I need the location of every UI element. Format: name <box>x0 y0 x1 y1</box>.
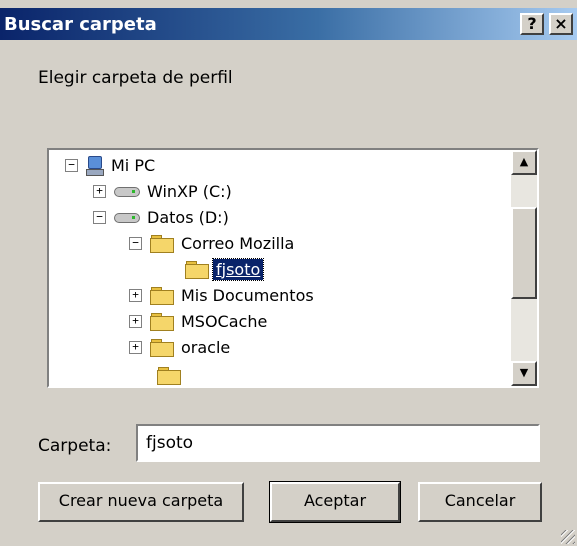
tree-item-winxp[interactable]: + WinXP (C:) <box>93 178 235 204</box>
tree-item-fjsoto[interactable]: fjsoto <box>185 256 265 282</box>
tree-item-oracle[interactable]: + oracle <box>129 334 233 360</box>
expand-icon[interactable]: + <box>129 314 142 328</box>
window-title: Buscar carpeta <box>4 14 157 35</box>
folder-icon <box>150 312 174 331</box>
new-folder-button[interactable]: Crear nueva carpeta <box>38 482 244 522</box>
tree-item-label: fjsoto <box>211 257 265 281</box>
scroll-up-button[interactable]: ▲ <box>511 150 537 175</box>
collapse-icon[interactable]: − <box>93 210 106 224</box>
folder-tree[interactable]: − Mi PC + WinXP (C:) − Datos (D:) − Corr… <box>47 148 539 388</box>
tree-item-label: oracle <box>181 337 231 357</box>
tree-item-datos[interactable]: − Datos (D:) <box>93 204 232 230</box>
expand-icon[interactable]: + <box>93 184 106 198</box>
tree-item-label: Datos (D:) <box>147 207 229 227</box>
title-bar[interactable]: Buscar carpeta ? × <box>0 8 577 40</box>
help-button[interactable]: ? <box>520 13 544 35</box>
folder-field-label: Carpeta: <box>38 436 112 456</box>
instruction-text: Elegir carpeta de perfil <box>38 68 233 88</box>
folder-name-input[interactable] <box>136 424 540 462</box>
tree-item-label: WinXP (C:) <box>147 181 232 201</box>
collapse-icon[interactable]: − <box>129 236 142 250</box>
computer-icon <box>86 155 104 176</box>
tree-item-label: MSOCache <box>181 311 268 331</box>
tree-item-msocache[interactable]: + MSOCache <box>129 308 270 334</box>
browse-folder-dialog: Buscar carpeta ? × Elegir carpeta de per… <box>0 0 577 546</box>
cancel-button[interactable]: Cancelar <box>418 482 542 522</box>
scroll-thumb[interactable] <box>511 207 537 299</box>
folder-icon <box>150 234 174 253</box>
tree-item-label: Correo Mozilla <box>181 233 295 253</box>
tree-item-mis-documentos[interactable]: + Mis Documentos <box>129 282 317 308</box>
scroll-down-button[interactable]: ▼ <box>511 361 537 386</box>
tree-item-label: Mis Documentos <box>181 285 314 305</box>
drive-icon <box>114 184 140 198</box>
close-button[interactable]: × <box>549 13 573 35</box>
tree-item-mi-pc[interactable]: − Mi PC <box>65 152 158 178</box>
folder-icon <box>150 286 174 305</box>
resize-grip-icon[interactable] <box>561 530 575 544</box>
tree-item-partial[interactable] <box>157 362 181 386</box>
tree-item-correo-mozilla[interactable]: − Correo Mozilla <box>129 230 297 256</box>
expand-icon[interactable]: + <box>129 340 142 354</box>
folder-icon <box>157 366 181 385</box>
drive-icon <box>114 210 140 224</box>
folder-icon <box>150 338 174 357</box>
expand-icon[interactable]: + <box>129 288 142 302</box>
ok-button[interactable]: Aceptar <box>269 481 401 523</box>
folder-open-icon <box>185 260 209 279</box>
tree-item-label: Mi PC <box>111 155 156 175</box>
vertical-scrollbar[interactable]: ▲ ▼ <box>511 150 537 386</box>
collapse-icon[interactable]: − <box>65 158 78 172</box>
